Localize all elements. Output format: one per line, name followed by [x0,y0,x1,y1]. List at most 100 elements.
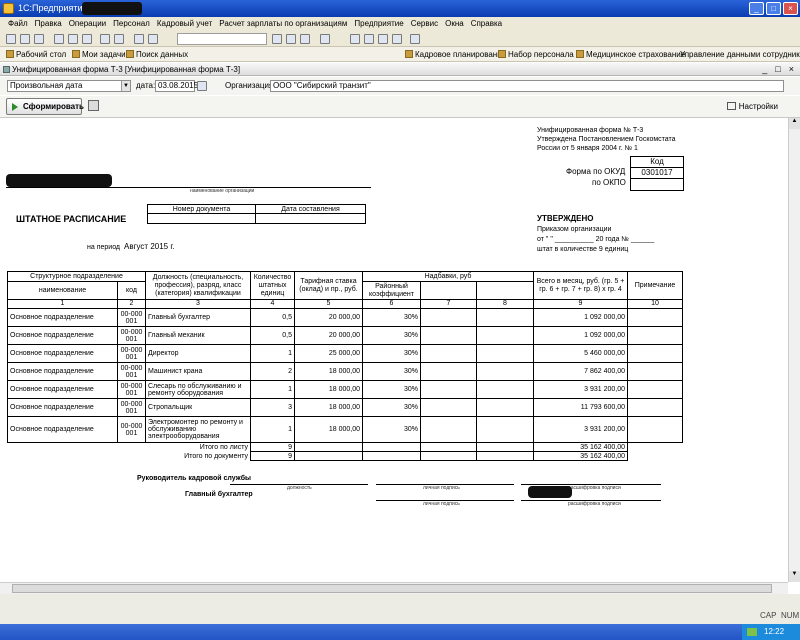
planning-icon [405,50,413,58]
tasks-icon [72,50,80,58]
form-title: ШТАТНОЕ РАСПИСАНИЕ [16,214,127,224]
menu-personnel[interactable]: Персонал [113,17,150,31]
panel-my-tasks[interactable]: Мои задачи [72,47,126,62]
doc-close-icon[interactable]: × [789,63,794,76]
organization-field[interactable]: ООО "Сибирский транзит" [270,80,784,92]
print-icon[interactable] [100,34,110,44]
window-title: 1С:Предприятие [18,3,88,13]
doc-minimize-icon[interactable]: _ [762,63,767,76]
maximize-icon[interactable]: □ [766,2,781,15]
panel-recruiting[interactable]: Набор персонала [498,47,574,62]
copy-icon[interactable] [68,34,78,44]
form-icon [3,66,10,73]
panel-employee-data[interactable]: Управление данными сотрудника [680,47,800,62]
vertical-scrollbar[interactable] [788,118,800,582]
okud-label: Форма по ОКУД [566,167,626,176]
menu-windows[interactable]: Окна [445,17,464,31]
panel-hr-planning[interactable]: Кадровое планирование [405,47,506,62]
table-row: Основное подразделение 00-000 001 Машинист… [7,362,683,381]
help-icon[interactable] [320,34,330,44]
generate-button[interactable]: Сформировать [6,98,84,115]
tools-icon[interactable] [410,34,420,44]
code-header: Код [631,157,683,168]
attach-icon[interactable] [392,34,402,44]
org-line [6,187,371,188]
menu-payroll[interactable]: Расчет зарплаты по организациям [219,17,347,31]
okpo-value [631,179,683,190]
doc-number-table: Номер документа Дата составления [147,204,366,224]
action-row: Сформировать Настройки [0,96,800,118]
search-icon [126,50,134,58]
table-row: Основное подразделение 00-000 001 Главный … [7,326,683,345]
chevron-down-icon[interactable]: ▼ [121,81,130,91]
table-icon[interactable] [378,34,388,44]
status-area [0,594,800,624]
approved-label: УТВЕРЖДЕНО [537,214,594,223]
minimize-icon[interactable]: _ [749,2,764,15]
print-report-icon[interactable] [88,100,99,111]
calc-icon[interactable] [350,34,360,44]
period-type-select[interactable]: Произвольная дата ▼ [7,80,131,92]
hr-head-label: Руководитель кадровой службы [137,475,252,482]
medical-icon [576,50,584,58]
table-row: Основное подразделение 00-000 001 Стропаль… [7,398,683,417]
num-indicator: NUM [781,611,800,620]
okpo-label: по ОКПО [592,178,626,187]
org-label: Организация: [225,81,276,90]
scroll-thumb[interactable] [12,584,772,593]
toolbar [0,31,800,47]
period-line: на период Август 2015 г. [87,242,175,251]
menu-operations[interactable]: Операции [69,17,106,31]
caps-indicator: CAP [760,611,777,620]
table-row: Основное подразделение 00-000 001 Электром… [7,416,683,443]
menu-enterprise[interactable]: Предприятие [354,17,403,31]
total-doc-row: Итого по документу 9 35 162 400,00 [8,451,683,461]
menu-hr[interactable]: Кадровый учет [157,17,212,31]
document-window-header: Унифицированная форма Т-3 [Унифицированн… [0,63,800,76]
cut-icon[interactable] [54,34,64,44]
table-row: Основное подразделение 00-000 001 Слесарь … [7,380,683,399]
redo-icon[interactable] [148,34,158,44]
find-prev-icon[interactable] [300,34,310,44]
chief-accountant-label: Главный бухгалтер [185,491,253,498]
menu-help[interactable]: Справка [471,17,502,31]
approval-block: Унифицированная форма № Т-3 Утверждена П… [537,127,676,152]
settings-button[interactable]: Настройки [726,102,778,111]
org-caption: наименование организации [190,188,255,194]
panel-med-insurance[interactable]: Медицинское страхование [576,47,685,62]
redacted-block [82,2,142,15]
desktop-icon [6,50,14,58]
calendar-picker-icon[interactable] [197,81,207,91]
close-icon[interactable]: × [783,2,798,15]
calendar-icon[interactable] [364,34,374,44]
doc-maximize-icon[interactable]: □ [775,63,780,76]
save-icon[interactable] [34,34,44,44]
panel-search-data[interactable]: Поиск данных [126,47,188,62]
functions-panel: Рабочий стол Мои задачи Поиск данных Кад… [0,47,800,62]
taskbar: 12:22 [0,624,800,640]
staff-table: Структурное подразделение Должность (спе… [7,271,683,461]
find-icon[interactable] [272,34,282,44]
code-box: Код 0301017 [630,156,684,191]
clock: 12:22 [764,627,785,636]
recruiting-icon [498,50,506,58]
okud-value: 0301017 [631,168,683,179]
document-title: Унифицированная форма Т-3 [Унифицированн… [12,65,241,74]
panel-desktop[interactable]: Рабочий стол [6,47,66,62]
total-sheet-row: Итого по листу 9 35 162 400,00 [8,442,683,452]
paste-icon[interactable] [82,34,92,44]
search-combo[interactable] [177,33,267,45]
find-next-icon[interactable] [286,34,296,44]
date-field[interactable]: 03.08.2015 [155,80,198,92]
new-doc-icon[interactable] [6,34,16,44]
menu-edit[interactable]: Правка [35,17,62,31]
undo-icon[interactable] [134,34,144,44]
table-row: Основное подразделение 00-000 001 Главный … [7,308,683,327]
open-icon[interactable] [20,34,30,44]
preview-icon[interactable] [114,34,124,44]
horizontal-scrollbar[interactable] [0,582,788,594]
menu-file[interactable]: Файл [8,17,28,31]
date-label: дата: [136,81,156,90]
redacted-org-name [6,174,112,187]
menu-service[interactable]: Сервис [411,17,438,31]
